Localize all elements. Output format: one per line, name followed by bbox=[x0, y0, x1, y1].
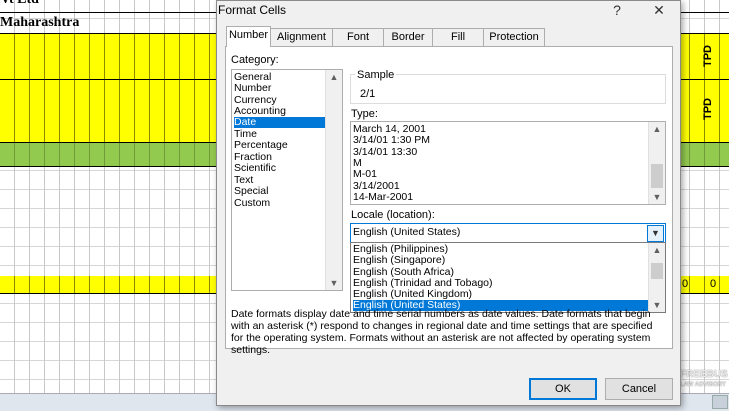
category-item[interactable]: Scientific bbox=[234, 163, 276, 174]
tpd-header-cell[interactable]: TPD bbox=[702, 98, 714, 120]
number-tab-panel: Category: General Number Currency Accoun… bbox=[225, 46, 673, 356]
scroll-down-arrow-icon[interactable]: ▼ bbox=[326, 276, 342, 290]
cancel-button[interactable]: Cancel bbox=[605, 378, 673, 400]
sample-value: 2/1 bbox=[360, 88, 376, 100]
scroll-up-arrow-icon[interactable]: ▲ bbox=[326, 70, 342, 84]
scroll-thumb[interactable] bbox=[651, 263, 663, 279]
ok-button[interactable]: OK bbox=[529, 378, 597, 400]
total-cell[interactable]: 0 bbox=[682, 278, 688, 290]
scroll-thumb[interactable] bbox=[651, 164, 663, 188]
company-name-cell[interactable]: vt Ltd bbox=[2, 0, 39, 8]
locale-current-value: English (United States) bbox=[353, 226, 461, 238]
sample-label: Sample bbox=[355, 69, 397, 81]
chevron-down-icon[interactable]: ▼ bbox=[647, 225, 664, 242]
locale-dropdown[interactable]: English (United States) ▼ bbox=[350, 223, 666, 243]
tab-number[interactable]: Number bbox=[226, 26, 271, 47]
help-button[interactable]: ? bbox=[603, 0, 631, 20]
tab-border[interactable]: Border bbox=[383, 28, 433, 46]
tpd-header-cell[interactable]: TPD bbox=[702, 45, 714, 67]
watermark-logo: FREEBUS LAW ADVISORY bbox=[680, 370, 728, 390]
category-item[interactable]: Custom bbox=[234, 198, 270, 209]
category-item-selected[interactable]: Date bbox=[234, 117, 326, 128]
scroll-button[interactable] bbox=[712, 395, 728, 409]
type-item[interactable]: 3/14/01 13:30 bbox=[353, 147, 417, 158]
type-list[interactable]: March 14, 2001 3/14/01 1:30 PM 3/14/01 1… bbox=[350, 121, 666, 205]
watermark-line: LAW ADVISORY bbox=[680, 382, 726, 388]
scroll-up-arrow-icon[interactable]: ▲ bbox=[649, 243, 665, 257]
category-item[interactable]: Percentage bbox=[234, 140, 288, 151]
sample-group bbox=[350, 74, 666, 104]
tab-alignment[interactable]: Alignment bbox=[270, 28, 333, 46]
tab-fill[interactable]: Fill bbox=[432, 28, 484, 46]
location-cell[interactable]: Maharashtra bbox=[0, 15, 79, 31]
category-item[interactable]: Number bbox=[234, 83, 271, 94]
type-item[interactable]: M-01 bbox=[353, 169, 377, 180]
category-scrollbar[interactable]: ▲ ▼ bbox=[325, 70, 342, 290]
locale-label: Locale (location): bbox=[351, 209, 435, 221]
category-item[interactable]: Special bbox=[234, 186, 268, 197]
locale-options-list[interactable]: English (Philippines) English (Singapore… bbox=[350, 242, 666, 313]
close-icon: ✕ bbox=[653, 2, 665, 18]
close-button[interactable]: ✕ bbox=[645, 0, 673, 20]
tab-font[interactable]: Font bbox=[332, 28, 384, 46]
total-cell[interactable]: 0 bbox=[710, 278, 716, 290]
type-item[interactable]: 14-Mar-2001 bbox=[353, 192, 413, 203]
format-cells-dialog: Format Cells ? ✕ Number Alignment Font B… bbox=[216, 0, 681, 406]
watermark-line: FREEBUS bbox=[680, 369, 728, 380]
type-item[interactable]: 3/14/01 1:30 PM bbox=[353, 135, 430, 146]
scroll-down-arrow-icon[interactable]: ▼ bbox=[649, 190, 665, 204]
format-description: Date formats display date and time seria… bbox=[231, 308, 653, 356]
locale-option[interactable]: English (Singapore) bbox=[353, 255, 445, 266]
dialog-title: Format Cells bbox=[218, 3, 287, 17]
scroll-up-arrow-icon[interactable]: ▲ bbox=[649, 122, 665, 136]
type-scrollbar[interactable]: ▲ ▼ bbox=[648, 122, 665, 204]
category-label: Category: bbox=[231, 54, 279, 66]
type-label: Type: bbox=[351, 108, 378, 120]
tab-protection[interactable]: Protection bbox=[483, 28, 545, 46]
locale-scrollbar[interactable]: ▲ ▼ bbox=[648, 243, 665, 312]
category-list[interactable]: General Number Currency Accounting Date … bbox=[231, 69, 343, 291]
